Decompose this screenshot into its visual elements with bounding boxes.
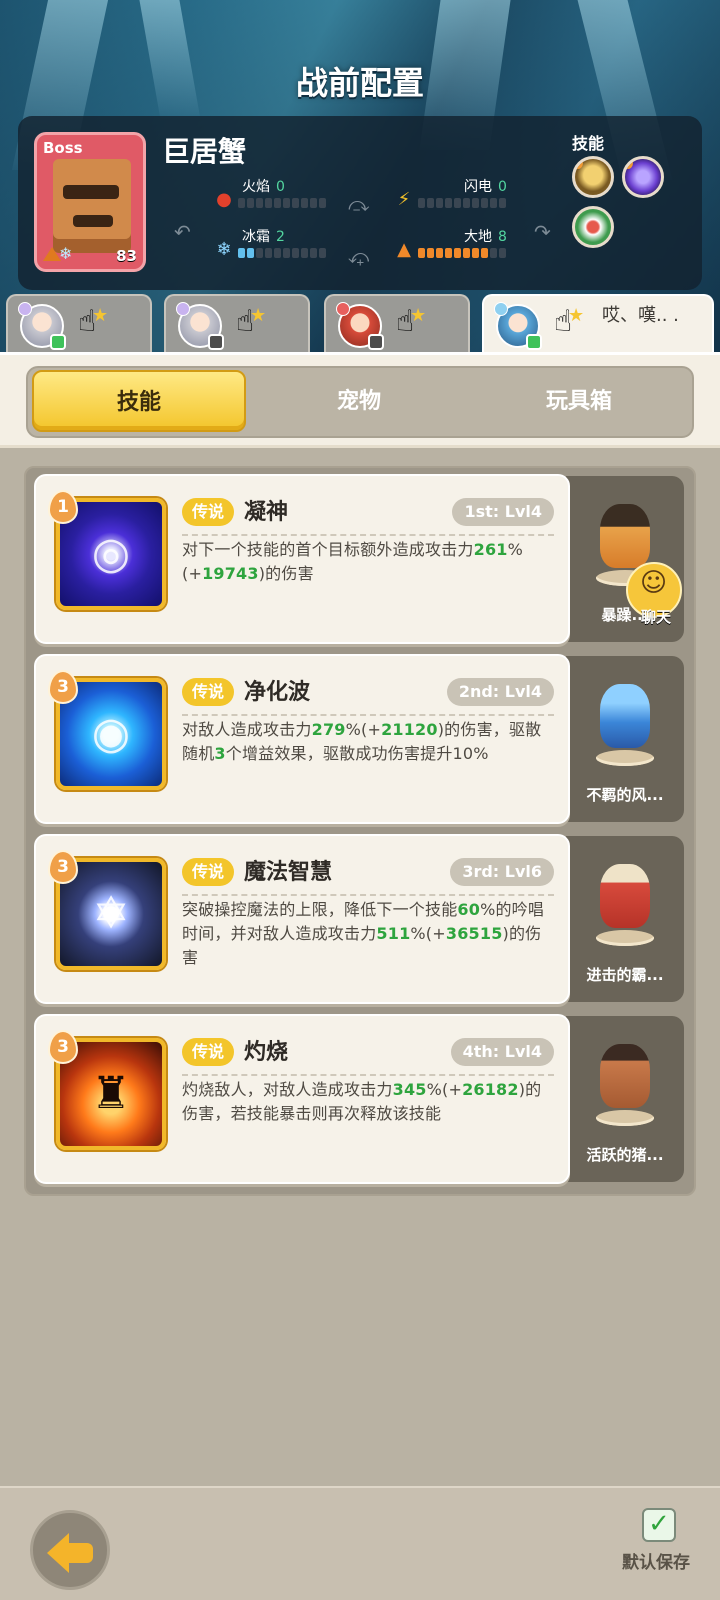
back-arrow-icon xyxy=(47,1533,69,1573)
boss-name: 巨居蟹 xyxy=(162,135,247,168)
rarity-badge: 传说 xyxy=(182,498,235,526)
cycle-arrow-icon: ↷ xyxy=(534,220,551,244)
element-lightning-label: 闪电 xyxy=(464,179,492,195)
hand-star-icon: ☝ ★ xyxy=(396,304,427,339)
boss-info-panel: Boss ❄ 83 巨居蟹 火焰 0 ● 闪电 0 ⚡ 冰霜 2 ❄ 大地 8 ▲ ⤼ … xyxy=(18,116,702,290)
hero-avatar xyxy=(336,302,384,350)
element-lightning-bar xyxy=(418,198,506,208)
tab-pets[interactable]: 宠物 xyxy=(252,368,466,436)
divider xyxy=(182,714,554,716)
hero-tab-2[interactable]: ☝ ★ xyxy=(164,294,310,356)
pet-figure xyxy=(590,676,660,766)
boss-level: 83 xyxy=(116,247,137,265)
boss-crab-image xyxy=(53,159,131,253)
element-frost: 冰霜 2 ❄ xyxy=(214,228,344,260)
skill-name: 灼烧 xyxy=(244,1040,289,1065)
skill-order: 1st: Lvl4 xyxy=(452,498,554,526)
pet-name: 活跃的猪... xyxy=(586,1146,664,1164)
divider xyxy=(182,894,554,896)
element-frost-label: 冰霜 xyxy=(242,229,270,245)
lightning-icon: ⚡ xyxy=(397,189,411,210)
element-fire-value: 0 xyxy=(276,179,285,195)
hand-star-icon: ☝ ★ xyxy=(78,304,109,339)
element-earth-value: 8 xyxy=(498,229,507,245)
skill-description: 突破操控魔法的上限，降低下一个技能60%的吟唱时间，并对敌人造成攻击力511%(… xyxy=(182,900,545,967)
pet-slot[interactable]: 进击的霸... xyxy=(566,836,684,1002)
skill-level-badge: 3 xyxy=(48,850,78,884)
element-earth: 大地 8 ▲ xyxy=(394,228,524,260)
pet-slot[interactable]: 不羁的风... xyxy=(566,656,684,822)
hero-tab-1[interactable]: ☝ ★ xyxy=(6,294,152,356)
element-frost-value: 2 xyxy=(276,229,285,245)
hero-avatar xyxy=(176,302,224,350)
boss-skills-label: 技能 xyxy=(572,134,605,153)
skill-description: 对敌人造成攻击力279%(+21120)的伤害，驱散随机3个增益效果，驱散成功伤… xyxy=(182,720,542,763)
pet-figure xyxy=(590,1036,660,1126)
frost-element-icon: ❄ xyxy=(59,244,73,263)
hand-star-icon: ☝ ★ xyxy=(236,304,267,339)
pet-name: 不羁的风... xyxy=(586,786,664,804)
pet-slot[interactable]: 活跃的猪... xyxy=(566,1016,684,1182)
pet-figure xyxy=(590,856,660,946)
element-earth-label: 大地 xyxy=(464,229,492,245)
element-fire-label: 火焰 xyxy=(242,179,270,195)
hero-avatar xyxy=(18,302,66,350)
element-lightning-value: 0 xyxy=(498,179,507,195)
rarity-badge: 传说 xyxy=(182,1038,235,1066)
skill-card[interactable]: ✡ 3 传说 魔法智慧 3rd: Lvl6 突破操控魔法的上限，降低下一个技能6… xyxy=(34,834,570,1004)
hero-tab-note: 哎、嘆.. . xyxy=(602,305,679,326)
element-lightning: 闪电 0 ⚡ xyxy=(394,178,524,210)
element-fire: 火焰 0 ● xyxy=(214,178,344,210)
cycle-arrow-icon: ⤼ xyxy=(348,192,370,216)
divider xyxy=(182,534,554,536)
tab-skills[interactable]: 技能 xyxy=(32,370,246,432)
cycle-arrow-icon: ⤽ xyxy=(348,244,370,268)
boss-skill-3-icon[interactable] xyxy=(572,206,614,248)
skill-level-badge: 3 xyxy=(48,1030,78,1064)
earth-icon: ▲ xyxy=(397,239,411,260)
element-earth-bar xyxy=(418,248,506,258)
element-frost-bar xyxy=(238,248,326,258)
skill-card[interactable]: ◎ 1 传说 凝神 1st: Lvl4 对下一个技能的首个目标额外造成攻击力26… xyxy=(34,474,570,644)
bottom-bar: ✓ 默认保存 xyxy=(0,1486,720,1600)
skill-name: 凝神 xyxy=(244,500,289,525)
chat-button[interactable]: ☺ 聊天 xyxy=(626,562,682,626)
main-tab-bar: 技能 宠物 玩具箱 xyxy=(26,366,694,438)
skill-order: 3rd: Lvl6 xyxy=(450,858,554,886)
element-fire-bar xyxy=(238,198,326,208)
skill-order: 4th: Lvl4 xyxy=(450,1038,554,1066)
skill-order: 2nd: Lvl4 xyxy=(446,678,554,706)
chat-label: 聊天 xyxy=(640,608,671,626)
smiley-icon: ☺ xyxy=(640,568,668,598)
skill-level-badge: 3 xyxy=(48,670,78,704)
boss-skill-2-icon[interactable] xyxy=(622,156,664,198)
divider xyxy=(182,1074,554,1076)
cycle-arrow-icon: ↶ xyxy=(174,220,191,244)
back-button[interactable] xyxy=(30,1510,110,1590)
rarity-badge: 传说 xyxy=(182,858,235,886)
skill-name: 净化波 xyxy=(244,680,311,705)
page-title: 战前配置 xyxy=(295,64,424,102)
boss-tag: Boss xyxy=(43,139,83,157)
skill-card[interactable]: ♜ 3 传说 灼烧 4th: Lvl4 灼烧敌人，对敌人造成攻击力345%(+2… xyxy=(34,1014,570,1184)
frost-icon: ❄ xyxy=(216,239,232,260)
default-save-label: 默认保存 xyxy=(622,1553,690,1573)
boss-skill-1-icon[interactable] xyxy=(572,156,614,198)
hand-star-icon: ☝ ★ xyxy=(554,304,585,339)
fire-icon: ● xyxy=(216,189,232,210)
hero-tab-3[interactable]: ☝ ★ xyxy=(324,294,470,356)
skill-name: 魔法智慧 xyxy=(244,860,333,885)
skill-description: 灼烧敌人，对敌人造成攻击力345%(+26182)的伤害，若技能暴击则再次释放该… xyxy=(182,1080,542,1123)
boss-portrait[interactable]: Boss ❄ 83 xyxy=(34,132,146,272)
hero-avatar xyxy=(494,302,542,350)
checkmark-icon: ✓ xyxy=(648,1509,670,1539)
rarity-badge: 传说 xyxy=(182,678,235,706)
skill-level-badge: 1 xyxy=(48,490,78,524)
skill-description: 对下一个技能的首个目标额外造成攻击力261%(+19743)的伤害 xyxy=(182,540,524,583)
pet-name: 进击的霸... xyxy=(586,966,664,984)
tab-toybox[interactable]: 玩具箱 xyxy=(472,368,686,436)
default-save-checkbox[interactable]: ✓ xyxy=(642,1508,676,1542)
skill-card[interactable]: ◉ 3 传说 净化波 2nd: Lvl4 对敌人造成攻击力279%(+21120… xyxy=(34,654,570,824)
